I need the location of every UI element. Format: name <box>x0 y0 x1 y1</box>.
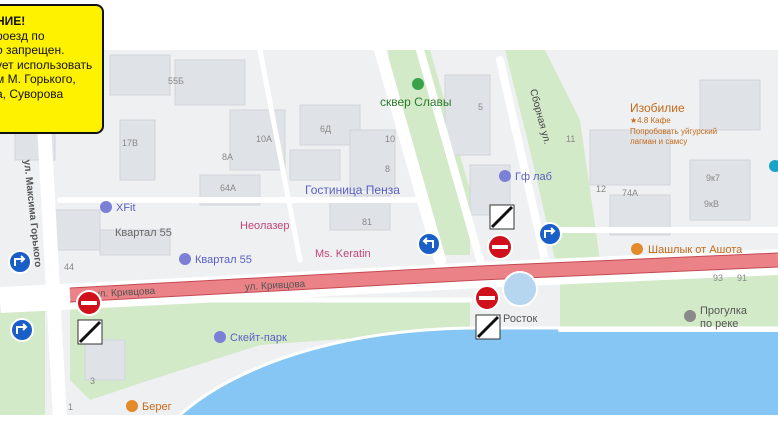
house-number: 10А <box>256 134 272 144</box>
place-progulka1[interactable]: Прогулка <box>700 305 748 317</box>
place-gf-lab[interactable]: Гф лаб <box>515 171 552 183</box>
end-restriction-sign <box>475 314 501 340</box>
turn-sign <box>538 222 562 246</box>
house-number: 10 <box>385 134 395 144</box>
house-number: 9к7 <box>706 173 720 183</box>
place-progulka2: по реке <box>700 318 738 330</box>
top-margin <box>0 0 778 50</box>
place-skver-slavy[interactable]: сквер Славы <box>380 95 452 109</box>
place-kvartal55-a[interactable]: Квартал 55 <box>115 227 172 239</box>
end-restriction-sign <box>77 319 103 345</box>
no-entry-sign <box>474 285 500 311</box>
place-bereg[interactable]: Берег <box>142 401 172 413</box>
place-izobilie-desc1: Попробовать уйгурский <box>630 127 717 136</box>
house-number: 11 <box>566 134 575 144</box>
house-number: 12 <box>596 184 606 194</box>
place-neolazer[interactable]: Неолазер <box>240 220 290 232</box>
turn-sign <box>8 250 32 274</box>
rostok-icon <box>502 271 538 307</box>
no-entry-sign <box>76 290 102 316</box>
building-icon <box>179 253 191 265</box>
place-gostinitsa[interactable]: Гостиница Пенза <box>305 183 400 197</box>
skate-icon <box>214 331 226 343</box>
park-icon <box>412 78 424 90</box>
place-izobilie-desc2: лагман и самсу <box>630 137 687 146</box>
house-number: 44 <box>64 262 74 272</box>
closure-notice: НИЕ! роезд по о запрещен. ует использова… <box>0 4 104 134</box>
notice-line: о запрещен. <box>0 43 65 57</box>
fitness-icon <box>100 201 112 213</box>
cafe-icon <box>126 400 138 412</box>
notice-line: а, Суворова <box>0 86 64 101</box>
place-rostok[interactable]: Росток <box>503 313 538 325</box>
house-number: 91 <box>737 273 747 283</box>
place-izobilie[interactable]: Изобилие <box>630 101 685 115</box>
end-restriction-sign <box>489 204 515 230</box>
no-entry-sign <box>487 234 513 260</box>
notice-line: м М. Горького, <box>0 72 76 86</box>
house-number: 74А <box>622 188 638 198</box>
house-number: 1 <box>68 402 73 412</box>
house-number: 5 <box>478 102 483 112</box>
place-shashlyk[interactable]: Шашлык от Ашота <box>648 244 743 256</box>
house-number: 8 <box>385 164 390 174</box>
house-number: 93 <box>713 273 723 283</box>
house-number: 17В <box>122 138 138 148</box>
bottom-margin <box>0 415 778 438</box>
house-number: 3 <box>90 376 95 386</box>
notice-line: роезд по <box>0 28 45 43</box>
lab-icon <box>499 170 511 182</box>
house-number: 64А <box>220 183 236 193</box>
sight-icon <box>684 310 696 322</box>
notice-line: ует использовать <box>0 57 93 72</box>
place-izobilie-rating: ★4.8 Кафе <box>630 116 671 125</box>
notice-line: НИЕ! <box>0 14 26 28</box>
turn-sign <box>417 232 441 256</box>
house-number: 81 <box>362 217 372 227</box>
place-ms-keratin[interactable]: Ms. Keratin <box>315 248 371 260</box>
house-number: 6Д <box>320 124 331 134</box>
map[interactable]: ул. Максима Горького ул. Кривцова ул. Кр… <box>0 0 778 438</box>
food-icon <box>631 243 643 255</box>
house-number: 9кВ <box>704 199 719 209</box>
place-kvartal55-b[interactable]: Квартал 55 <box>195 254 252 266</box>
house-number: 8А <box>222 152 233 162</box>
place-xfit[interactable]: XFit <box>116 202 136 214</box>
house-number: 55Б <box>168 76 184 86</box>
place-skeyt-park[interactable]: Скейт-парк <box>230 332 287 344</box>
turn-sign <box>10 318 34 342</box>
